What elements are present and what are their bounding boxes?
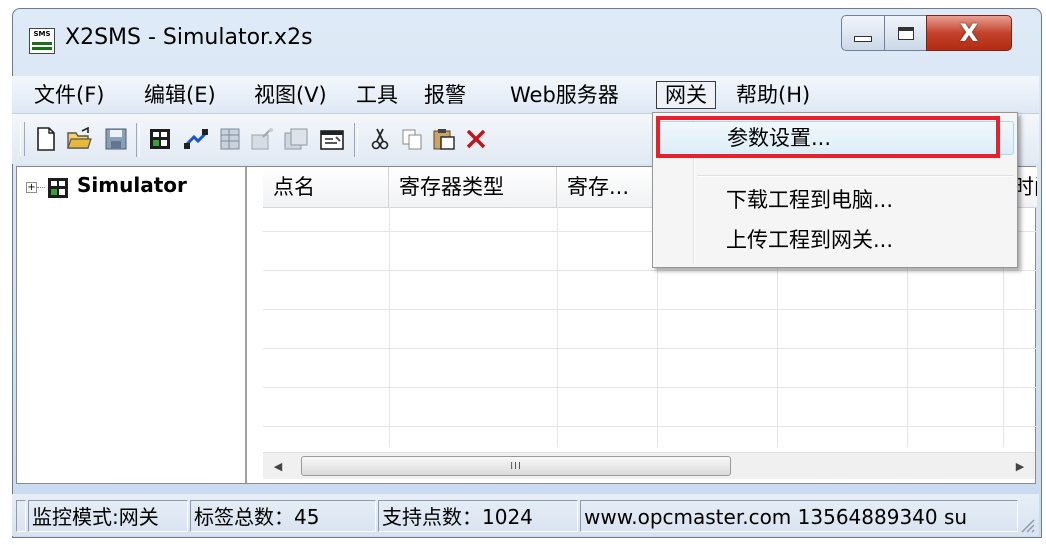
scroll-thumb[interactable]: III — [301, 456, 731, 476]
menu-file[interactable]: 文件(F) — [26, 81, 112, 109]
paste-icon[interactable] — [430, 125, 458, 153]
open-folder-icon[interactable] — [66, 125, 94, 153]
status-supported-points: 支持点数：1024 — [378, 500, 578, 532]
expand-icon[interactable]: + — [26, 182, 37, 193]
grid-icon[interactable] — [216, 125, 244, 153]
toolbar-separator — [136, 123, 140, 157]
delete-icon[interactable] — [462, 125, 490, 153]
wizard-icon[interactable] — [248, 125, 276, 153]
save-icon[interactable] — [102, 125, 130, 153]
window-title: X2SMS - Simulator.x2s — [65, 25, 313, 50]
column-header-name[interactable]: 点名 — [263, 167, 389, 207]
status-monitor-mode: 监控模式:网关 — [28, 500, 188, 532]
menu-edit[interactable]: 编辑(E) — [136, 81, 224, 109]
toolbar-grip[interactable] — [20, 122, 25, 156]
status-cell — [16, 500, 26, 532]
tree-item-simulator[interactable]: Simulator — [77, 173, 187, 197]
properties-icon[interactable] — [318, 125, 346, 153]
group-icon[interactable] — [282, 125, 310, 153]
scroll-grip-icon: III — [510, 461, 522, 472]
device-icon — [47, 177, 69, 199]
app-icon-bar — [32, 47, 52, 50]
status-tag-count: 标签总数：45 — [190, 500, 376, 532]
horizontal-scrollbar[interactable]: ◀ III ▶ — [263, 452, 1035, 479]
copy-icon[interactable] — [398, 125, 426, 153]
toolbar-separator — [354, 123, 358, 157]
tree-connector — [37, 187, 45, 188]
maximize-icon — [897, 26, 914, 40]
menu-gateway[interactable]: 网关 — [656, 81, 716, 109]
close-icon: X — [959, 19, 979, 47]
status-website: www.opcmaster.com 13564889340 su — [580, 500, 1018, 532]
resize-grip-icon[interactable] — [1017, 514, 1035, 533]
menu-view[interactable]: 视图(V) — [246, 81, 335, 109]
menu-item-download-project[interactable]: 下载工程到电脑... — [656, 183, 1014, 217]
scroll-right-icon[interactable]: ▶ — [1009, 455, 1031, 477]
menu-help[interactable]: 帮助(H) — [728, 81, 818, 109]
device-icon[interactable] — [146, 125, 174, 153]
scroll-left-icon[interactable]: ◀ — [267, 455, 289, 477]
title-bar[interactable]: SMS X2SMS - Simulator.x2s X — [13, 9, 1041, 71]
menu-web-server[interactable]: Web服务器 — [502, 81, 627, 109]
grid-line — [557, 207, 558, 447]
close-button[interactable]: X — [926, 15, 1012, 51]
menu-tools[interactable]: 工具 — [348, 81, 406, 109]
table-row[interactable] — [263, 324, 1037, 349]
app-icon[interactable]: SMS — [29, 28, 55, 54]
new-file-icon[interactable] — [32, 125, 60, 153]
table-row[interactable] — [263, 402, 1037, 427]
minimize-button[interactable] — [841, 15, 885, 51]
menu-bar: 文件(F) 编辑(E) 视图(V) 工具 报警 Web服务器 网关 帮助(H) — [12, 76, 1039, 114]
highlight-box — [656, 116, 1000, 158]
grid-line — [389, 207, 390, 447]
maximize-button[interactable] — [884, 15, 927, 51]
table-row[interactable] — [263, 285, 1037, 310]
cut-icon[interactable] — [366, 125, 394, 153]
menu-separator — [697, 175, 1013, 177]
app-icon-text: SMS — [33, 30, 51, 38]
connect-icon[interactable] — [182, 125, 210, 153]
menu-item-upload-project[interactable]: 上传工程到网关... — [656, 223, 1014, 257]
status-bar: 监控模式:网关 标签总数：45 支持点数：1024 www.opcmaster.… — [12, 494, 1039, 536]
app-icon-bar — [32, 42, 52, 45]
menu-alarm[interactable]: 报警 — [416, 81, 474, 109]
table-row[interactable] — [263, 363, 1037, 388]
project-tree[interactable]: + Simulator — [17, 167, 247, 483]
column-header-register-type[interactable]: 寄存器类型 — [389, 167, 557, 207]
minimize-icon — [854, 36, 872, 42]
column-header-register[interactable]: 寄存... — [557, 167, 657, 207]
